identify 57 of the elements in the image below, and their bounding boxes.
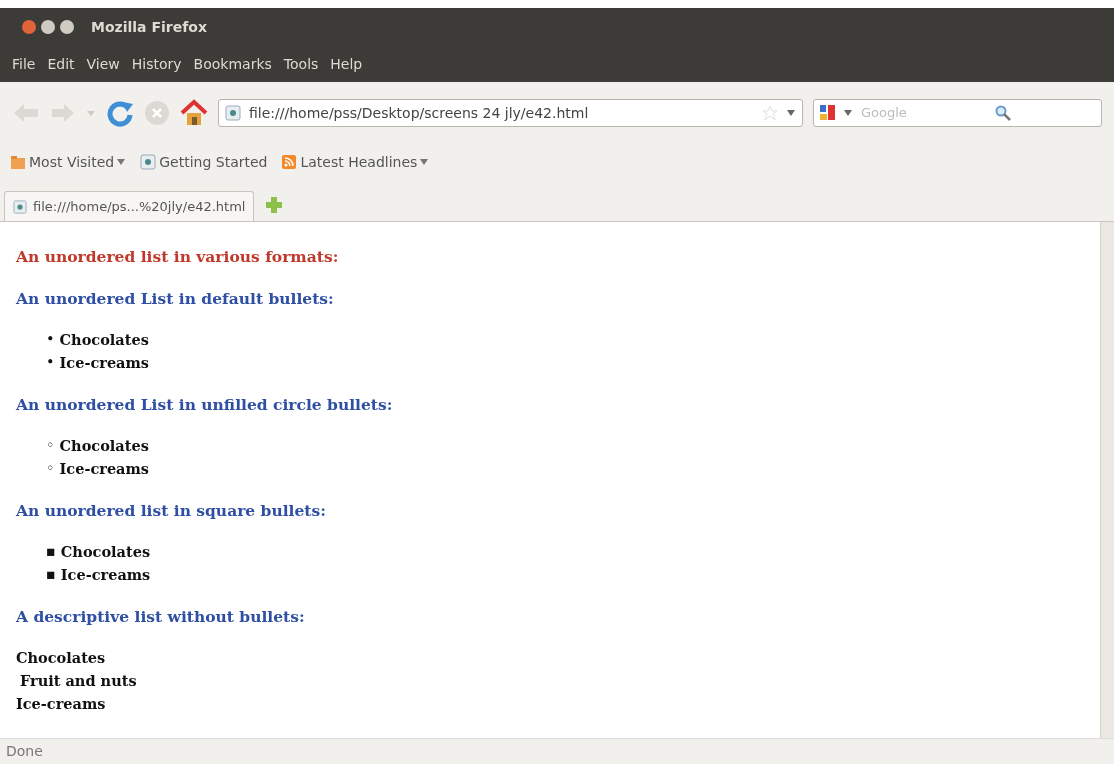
menu-item[interactable]: View (84, 53, 122, 75)
list-item: Chocolates (59, 330, 149, 350)
list-item: Ice-creams (59, 459, 149, 479)
bookmark-item[interactable]: Getting Started (140, 151, 268, 173)
close-icon[interactable] (22, 20, 36, 34)
menu-item[interactable]: Tools (281, 53, 321, 75)
heading: An unordered list in various formats: (16, 246, 340, 268)
dropdown-caret-icon[interactable] (844, 108, 853, 118)
menu-item[interactable]: History (129, 53, 184, 75)
menu-item[interactable]: Help (328, 53, 365, 75)
browser-tab[interactable]: file:///home/ps...%20jly/e42.html (4, 191, 255, 221)
list-item: Chocolates (60, 542, 151, 562)
address-field[interactable]: file:///home/pss/Desktop/screens 24 jly/e42.html (218, 99, 803, 127)
bookmark-label: Most Visited (29, 152, 115, 172)
plus-icon[interactable] (264, 195, 285, 215)
folder-icon (10, 154, 26, 170)
bullet-marker: • (46, 330, 55, 349)
feed-icon (281, 154, 298, 170)
star-icon[interactable] (762, 105, 778, 121)
page-icon (13, 199, 27, 214)
menu-item[interactable]: Edit (45, 53, 77, 75)
menu-item[interactable]: File (10, 53, 38, 75)
heading: An unordered List in unfilled circle bullets: (16, 394, 394, 416)
bookmark-label: Getting Started (159, 152, 268, 172)
list-item: Chocolates (59, 436, 149, 456)
address-text: file:///home/pss/Desktop/screens 24 jly/e42.html (249, 103, 590, 123)
scrollbar[interactable] (1100, 222, 1114, 738)
bullet-marker: ▪ (46, 542, 56, 561)
bullet-marker: ◦ (46, 436, 55, 455)
dropdown-caret-icon[interactable] (786, 108, 796, 118)
page-icon (140, 154, 157, 170)
definition-term: Ice-creams (16, 694, 107, 714)
reload-icon[interactable] (106, 99, 134, 127)
status-text: Done (0, 738, 1114, 764)
bookmark-item[interactable]: Latest Headlines (281, 151, 430, 173)
minimize-icon[interactable] (41, 20, 55, 34)
search-icon[interactable] (995, 105, 1011, 121)
heading: An unordered list in square bullets: (16, 500, 327, 522)
home-icon[interactable] (180, 99, 208, 127)
list-item: Ice-creams (59, 353, 149, 373)
tab-label: file:///home/ps...%20jly/e42.html (33, 197, 246, 216)
window-title: Mozilla Firefox (91, 17, 207, 37)
definition-description: Fruit and nuts (19, 671, 138, 691)
list-item: Ice-creams (60, 565, 151, 585)
bookmark-label: Latest Headlines (300, 152, 418, 172)
menu-item[interactable]: Bookmarks (191, 53, 274, 75)
heading: A descriptive list without bullets: (16, 606, 306, 628)
page-icon (225, 105, 241, 121)
definition-term: Chocolates (16, 648, 107, 668)
heading: An unordered List in default bullets: (16, 288, 335, 310)
bullet-marker: ▪ (46, 565, 56, 584)
bullet-marker: • (46, 353, 55, 372)
search-bar[interactable]: Google (813, 99, 1102, 127)
bookmark-item[interactable]: Most Visited (10, 151, 127, 173)
search-engine-icon[interactable] (818, 103, 838, 123)
bullet-marker: ◦ (46, 459, 55, 478)
maximize-icon[interactable] (60, 20, 74, 34)
